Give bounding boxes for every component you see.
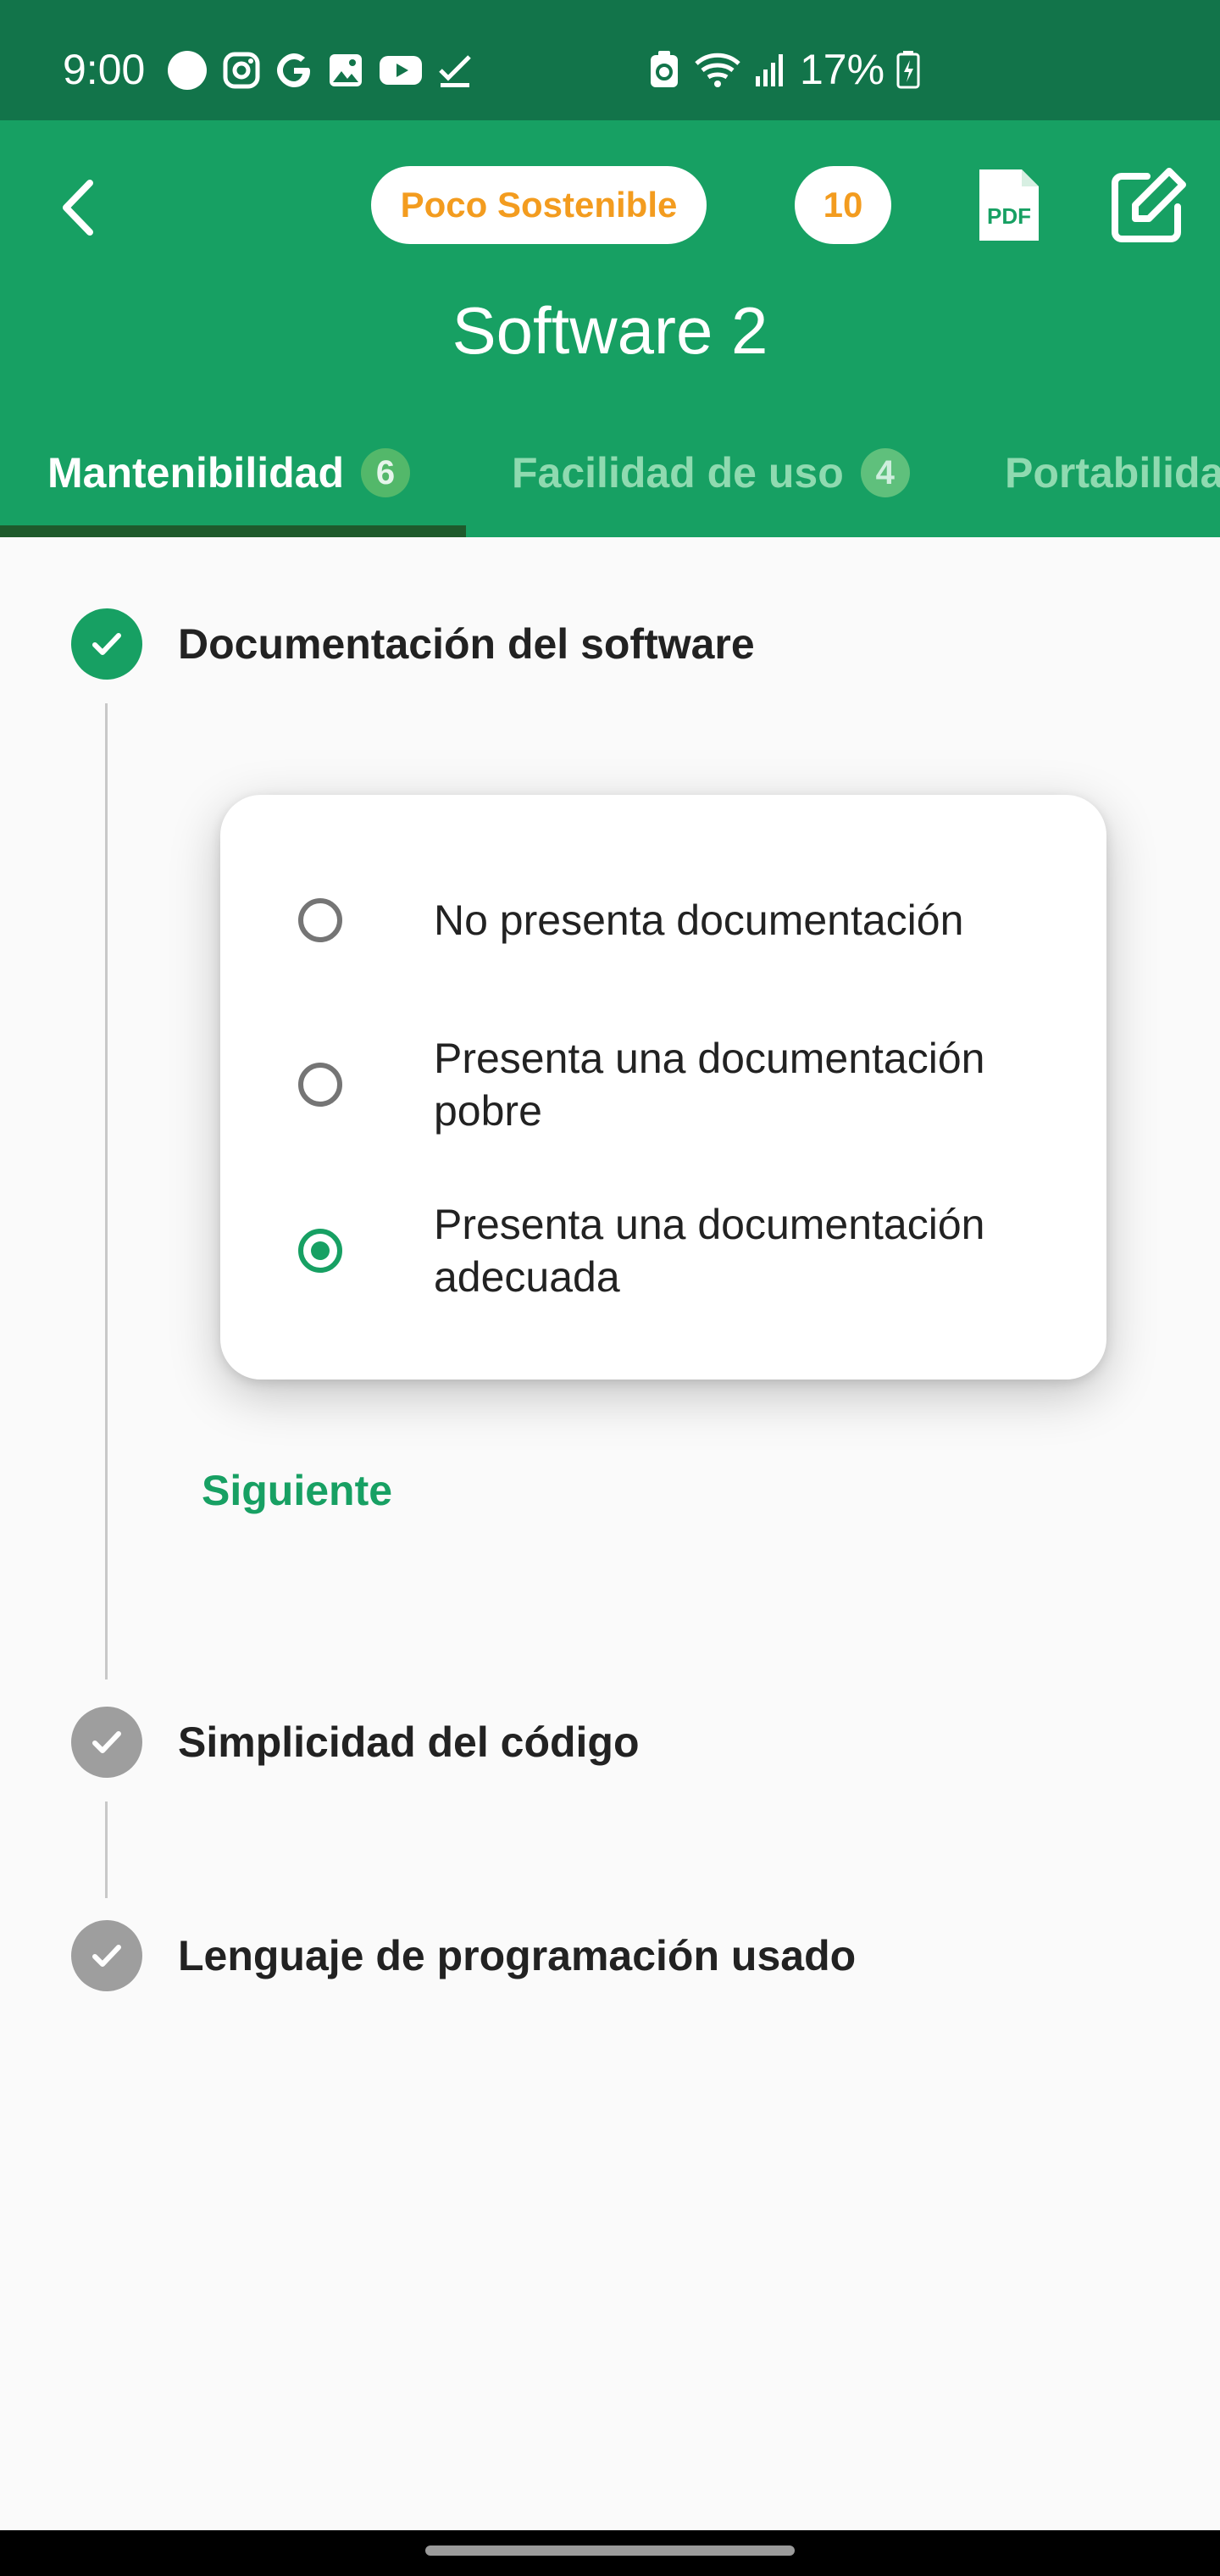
step-connector <box>105 703 108 1679</box>
check-icon <box>92 1945 121 1967</box>
check-icon <box>92 1731 121 1753</box>
battery-icon <box>896 51 920 89</box>
pdf-icon[interactable]: PDF <box>974 166 1042 244</box>
step-connector <box>105 1802 108 1898</box>
status-time: 9:00 <box>63 46 146 93</box>
step-check-icon[interactable] <box>71 608 142 680</box>
check-icon <box>92 633 121 655</box>
system-nav-bar <box>0 2530 1220 2576</box>
option-label: No presenta documentación <box>434 897 964 944</box>
status-bar: 9:00 17% <box>0 0 1220 120</box>
category-tabs: Mantenibilidad 6 Facilidad de uso 4 Port… <box>0 408 1220 537</box>
option-label: Presenta una documentación pobre <box>434 1035 985 1135</box>
check-icon <box>439 55 471 87</box>
options-card: No presenta documentación Presenta una d… <box>220 795 1106 1380</box>
option-no-documentacion[interactable]: No presenta documentación <box>220 878 1106 963</box>
gallery-icon <box>330 54 362 86</box>
youtube-icon <box>380 56 422 85</box>
step-title-documentacion[interactable]: Documentación del software <box>178 619 755 669</box>
battery-percent: 17% <box>800 46 885 93</box>
tab-label: Portabilida <box>1005 449 1220 497</box>
radio-button-selected[interactable] <box>298 1229 342 1273</box>
page-title: Software 2 <box>452 293 768 368</box>
radio-button[interactable] <box>298 1063 342 1107</box>
tab-label: Mantenibilidad <box>47 449 344 497</box>
option-documentacion-adecuada[interactable]: Presenta una documentación adecuada <box>220 1196 1106 1307</box>
tab-label: Facilidad de uso <box>512 449 844 497</box>
system-icons: 17% <box>647 44 920 95</box>
sustainability-badge: Poco Sostenible <box>371 166 707 244</box>
tab-facilidad-de-uso[interactable]: Facilidad de uso 4 <box>512 408 910 537</box>
home-gesture-handle[interactable] <box>425 2545 795 2556</box>
edit-icon[interactable] <box>1108 164 1190 246</box>
circle-icon <box>168 51 207 90</box>
tab-count-badge: 6 <box>361 448 410 497</box>
notification-icons <box>166 49 473 92</box>
score-badge: 10 <box>795 166 891 244</box>
recycle-icon <box>651 51 678 87</box>
back-arrow-icon[interactable] <box>49 169 108 246</box>
app-header: Poco Sostenible 10 PDF Software 2 Manten… <box>0 120 1220 537</box>
option-documentacion-pobre[interactable]: Presenta una documentación pobre <box>220 1030 1106 1141</box>
wifi-icon <box>695 53 740 87</box>
next-button[interactable]: Siguiente <box>202 1461 392 1520</box>
radio-button[interactable] <box>298 898 342 942</box>
step-title-simplicidad[interactable]: Simplicidad del código <box>178 1717 640 1768</box>
active-tab-indicator <box>0 525 466 537</box>
tab-portabilidad[interactable]: Portabilida <box>1005 408 1220 537</box>
signal-icon <box>756 54 783 86</box>
tab-count-badge: 4 <box>860 448 910 497</box>
svg-text:PDF: PDF <box>987 203 1031 229</box>
step-title-lenguaje[interactable]: Lenguaje de programación usado <box>178 1930 856 1981</box>
step-check-icon[interactable] <box>71 1920 142 1991</box>
tab-mantenibilidad[interactable]: Mantenibilidad 6 <box>47 408 410 537</box>
google-icon <box>277 53 310 87</box>
instagram-icon <box>223 52 260 89</box>
step-check-icon[interactable] <box>71 1707 142 1778</box>
option-label: Presenta una documentación adecuada <box>434 1201 985 1301</box>
